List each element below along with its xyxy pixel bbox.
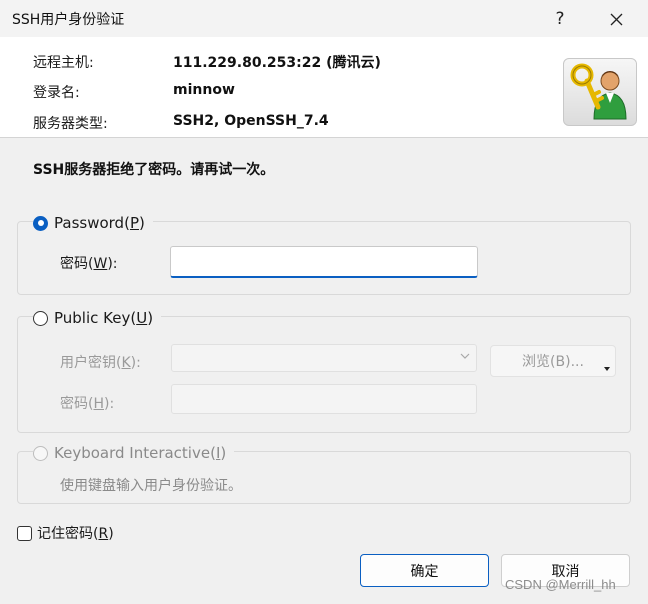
user-key-label: 用户密钥(K): [60,355,141,371]
host-value: 111.229.80.253:22 (腾讯云) [173,55,381,71]
user-label: 登录名: [33,85,80,101]
error-message: SSH服务器拒绝了密码。请再试一次。 [33,162,275,178]
public-key-radio-option[interactable]: Public Key(U) [33,309,162,327]
keyboard-interactive-radio-option[interactable]: Keyboard Interactive(I) [33,444,235,462]
server-type-label: 服务器类型: [33,116,108,132]
key-user-icon [563,58,637,126]
user-key-select[interactable] [171,344,477,372]
keyboard-interactive-radio[interactable] [33,445,48,461]
window-title: SSH用户身份验证 [12,12,125,28]
title-bar: SSH用户身份验证 ? [0,0,648,37]
help-icon: ? [555,9,565,29]
close-button[interactable] [596,4,636,34]
password-radio-option[interactable]: Password(P) [33,214,153,232]
dropdown-caret-icon [604,367,610,371]
keyboard-interactive-description: 使用键盘输入用户身份验证。 [60,478,242,494]
ok-button-label: 确定 [410,563,439,580]
public-key-radio-label: Public Key(U) [54,309,154,327]
host-label: 远程主机: [33,55,94,71]
remember-password-label: 记住密码(R) [37,526,114,542]
passphrase-label: 密码(H): [60,396,115,412]
user-value: minnow [173,82,235,98]
remember-password-option[interactable]: 记住密码(R) [17,523,114,543]
server-type-value: SSH2, OpenSSH_7.4 [173,113,329,129]
browse-button-label: 浏览(B)... [522,354,584,370]
password-radio[interactable] [33,215,48,231]
watermark: CSDN @Merrill_hh [505,577,616,592]
keyboard-interactive-radio-label: Keyboard Interactive(I) [54,444,227,462]
divider [0,137,648,138]
ok-button[interactable]: 确定 [360,554,489,587]
password-radio-label: Password(P) [54,214,145,232]
help-button[interactable]: ? [540,4,580,34]
public-key-radio[interactable] [33,310,48,326]
browse-button[interactable]: 浏览(B)... [490,345,616,377]
passphrase-input[interactable] [171,384,477,414]
password-input[interactable] [170,246,478,278]
chevron-down-icon [460,353,470,359]
remember-password-checkbox[interactable] [17,525,32,541]
password-field-label: 密码(W): [60,256,118,272]
connection-info-panel: 远程主机: 111.229.80.253:22 (腾讯云) 登录名: minno… [0,37,648,137]
close-icon [610,13,622,25]
